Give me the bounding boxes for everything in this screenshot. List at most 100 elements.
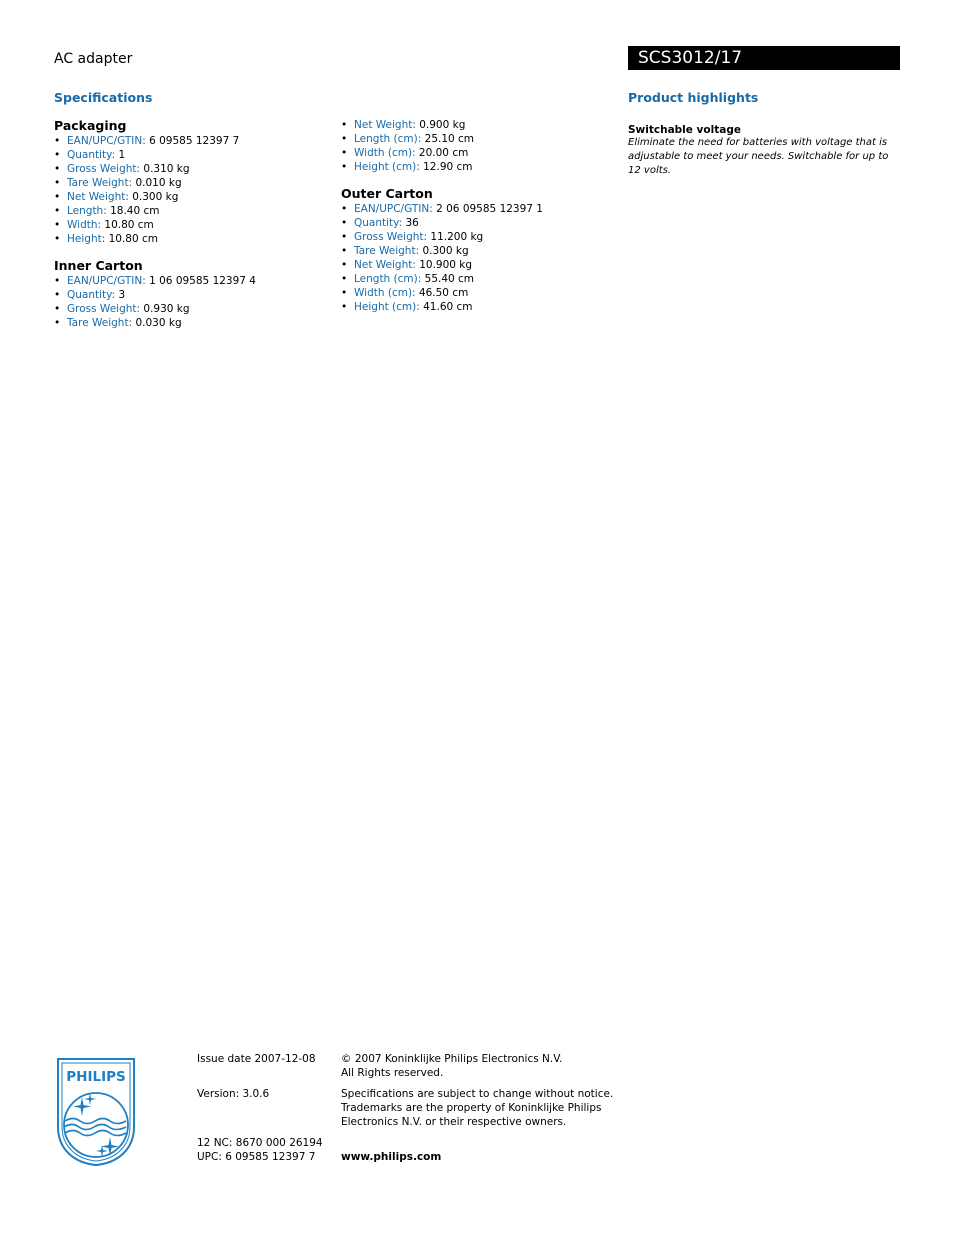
spec-item: EAN/UPC/GTIN: 6 09585 12397 7 <box>54 134 324 148</box>
spec-value: 2 06 09585 12397 1 <box>436 203 543 215</box>
spec-item: Tare Weight: 0.030 kg <box>54 316 324 330</box>
spec-label: Width (cm): <box>354 147 416 159</box>
spec-label: Length: <box>67 205 107 217</box>
spec-label: Net Weight: <box>354 259 416 271</box>
spec-value: 10.900 kg <box>419 259 473 271</box>
spec-value: 41.60 cm <box>423 301 473 313</box>
spec-label: Gross Weight: <box>67 303 141 315</box>
outer-carton-list: EAN/UPC/GTIN: 2 06 09585 12397 1Quantity… <box>341 202 601 314</box>
spec-value: 0.300 kg <box>422 245 469 257</box>
spec-label: Quantity: <box>67 289 116 301</box>
packaging-list: EAN/UPC/GTIN: 6 09585 12397 7Quantity: 1… <box>54 134 324 246</box>
spec-item: Length (cm): 55.40 cm <box>341 272 601 286</box>
spec-label: Gross Weight: <box>354 231 428 243</box>
spec-value: 10.80 cm <box>108 233 158 245</box>
spec-value: 18.40 cm <box>110 205 160 217</box>
spec-item: Length: 18.40 cm <box>54 204 324 218</box>
spec-value: 10.80 cm <box>104 219 154 231</box>
copyright-line: © 2007 Koninklijke Philips Electronics N… <box>341 1053 563 1065</box>
spec-item: EAN/UPC/GTIN: 1 06 09585 12397 4 <box>54 274 324 288</box>
spec-label: Length (cm): <box>354 273 422 285</box>
spec-item: Tare Weight: 0.010 kg <box>54 176 324 190</box>
spec-item: Gross Weight: 0.930 kg <box>54 302 324 316</box>
highlight-description: Eliminate the need for batteries with vo… <box>628 137 889 176</box>
inner-carton-list-continued: Net Weight: 0.900 kgLength (cm): 25.10 c… <box>341 118 601 174</box>
product-highlights: Product highlights Switchable voltage El… <box>628 90 898 178</box>
group-title-outer-carton: Outer Carton <box>341 186 433 201</box>
spec-value: 0.030 kg <box>135 317 182 329</box>
spec-label: Width: <box>67 219 102 231</box>
spec-label: Width (cm): <box>354 287 416 299</box>
spec-label: Height: <box>67 233 106 245</box>
spec-value: 36 <box>405 217 419 229</box>
notice-line: Specifications are subject to change wit… <box>341 1088 614 1100</box>
spec-label: Tare Weight: <box>67 177 133 189</box>
spec-label: Length (cm): <box>354 133 422 145</box>
spec-value: 0.300 kg <box>132 191 179 203</box>
upc-code: UPC: 6 09585 12397 7 <box>197 1151 316 1163</box>
spec-value: 46.50 cm <box>418 287 469 299</box>
spec-label: Height (cm): <box>354 301 420 313</box>
rights-line: All Rights reserved. <box>341 1067 444 1079</box>
spec-item: Quantity: 36 <box>341 216 601 230</box>
spec-label: Tare Weight: <box>67 317 133 329</box>
notice-line: Trademarks are the property of Koninklij… <box>341 1102 602 1114</box>
spec-value: 0.010 kg <box>135 177 182 189</box>
spec-label: Net Weight: <box>354 119 416 131</box>
spec-item: Quantity: 1 <box>54 148 324 162</box>
spec-value: 11.200 kg <box>430 231 484 243</box>
spec-item: Width: 10.80 cm <box>54 218 324 232</box>
spec-item: Quantity: 3 <box>54 288 324 302</box>
spec-item: Length (cm): 25.10 cm <box>341 132 601 146</box>
spec-item: EAN/UPC/GTIN: 2 06 09585 12397 1 <box>341 202 601 216</box>
spec-value: 6 09585 12397 7 <box>149 135 240 147</box>
spec-value: 25.10 cm <box>424 133 475 145</box>
spec-value: 1 06 09585 12397 4 <box>149 275 256 287</box>
spec-label: Gross Weight: <box>67 163 141 175</box>
website-link[interactable]: www.philips.com <box>341 1150 441 1164</box>
twelve-nc: 12 NC: 8670 000 26194 <box>197 1137 323 1149</box>
spec-item: Height (cm): 41.60 cm <box>341 300 601 314</box>
specifications-title: Specifications <box>54 90 153 105</box>
product-type: AC adapter <box>54 51 133 67</box>
spec-label: EAN/UPC/GTIN: <box>67 135 146 147</box>
legal-notice: Specifications are subject to change wit… <box>341 1087 613 1129</box>
spec-item: Net Weight: 0.300 kg <box>54 190 324 204</box>
spec-label: Height (cm): <box>354 161 420 173</box>
spec-value: 0.930 kg <box>143 303 190 315</box>
spec-item: Net Weight: 10.900 kg <box>341 258 601 272</box>
inner-carton-list: EAN/UPC/GTIN: 1 06 09585 12397 4Quantity… <box>54 274 324 330</box>
spec-label: Net Weight: <box>67 191 129 203</box>
highlight-title: Switchable voltage <box>628 124 741 136</box>
group-title-inner-carton: Inner Carton <box>54 258 143 273</box>
spec-item: Gross Weight: 11.200 kg <box>341 230 601 244</box>
group-title-packaging: Packaging <box>54 118 127 133</box>
spec-item: Tare Weight: 0.300 kg <box>341 244 601 258</box>
logo-wordmark: PHILIPS <box>66 1069 125 1085</box>
issue-date: Issue date 2007-12-08 <box>197 1053 316 1065</box>
spec-item: Net Weight: 0.900 kg <box>341 118 601 132</box>
spec-label: EAN/UPC/GTIN: <box>354 203 433 215</box>
spec-label: Tare Weight: <box>354 245 420 257</box>
spec-item: Width (cm): 20.00 cm <box>341 146 601 160</box>
specs-column-middle: Net Weight: 0.900 kgLength (cm): 25.10 c… <box>341 118 601 326</box>
spec-value: 0.310 kg <box>143 163 190 175</box>
highlights-title: Product highlights <box>628 90 759 105</box>
spec-value: 20.00 cm <box>418 147 469 159</box>
model-number-banner: SCS3012/17 <box>628 46 900 70</box>
spec-item: Width (cm): 46.50 cm <box>341 286 601 300</box>
specs-column-left: Packaging EAN/UPC/GTIN: 6 09585 12397 7Q… <box>54 118 324 342</box>
version: Version: 3.0.6 <box>197 1088 270 1100</box>
spec-label: Quantity: <box>67 149 116 161</box>
spec-item: Gross Weight: 0.310 kg <box>54 162 324 176</box>
spec-value: 12.90 cm <box>423 161 473 173</box>
philips-shield-logo-icon: PHILIPS <box>57 1058 135 1167</box>
spec-value: 55.40 cm <box>424 273 475 285</box>
notice-line: Electronics N.V. or their respective own… <box>341 1116 567 1128</box>
spec-value: 0.900 kg <box>419 119 466 131</box>
spec-label: EAN/UPC/GTIN: <box>67 275 146 287</box>
copyright: © 2007 Koninklijke Philips Electronics N… <box>341 1052 562 1080</box>
spec-value: 1 <box>118 149 126 161</box>
spec-item: Height (cm): 12.90 cm <box>341 160 601 174</box>
spec-label: Quantity: <box>354 217 403 229</box>
